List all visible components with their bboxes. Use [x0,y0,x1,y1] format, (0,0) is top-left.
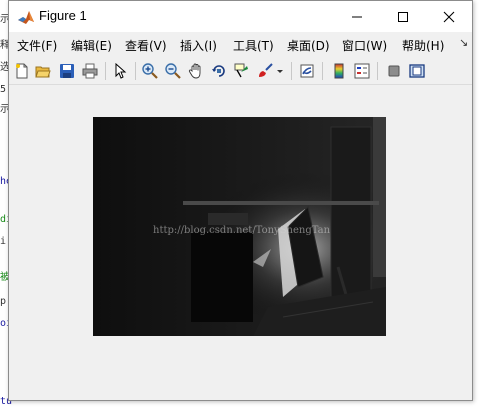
rotate-3d-button[interactable] [209,61,229,81]
pointer-icon [115,63,127,79]
zoom-in-button[interactable] [140,61,160,81]
pointer-button[interactable] [110,61,130,81]
open-file-icon [35,66,51,78]
data-cursor-button[interactable] [232,61,252,81]
menu-help[interactable]: 帮助(H) [402,37,444,54]
menu-desktop[interactable]: 桌面(D) [287,37,330,54]
brush-dropdown-button[interactable] [275,61,285,81]
matlab-logo-icon [17,8,35,26]
hide-plot-tools-button[interactable] [384,61,404,81]
rotate-3d-icon [212,65,225,77]
menu-view[interactable]: 查看(V) [125,37,167,54]
background-glyph: i [0,236,7,247]
colorbar-icon [334,63,344,79]
brush-icon [259,63,273,77]
window-title: Figure 1 [39,8,87,23]
toolbar-separator [135,62,136,80]
toolbar-separator [377,62,378,80]
toolbar-separator [291,62,292,80]
menu-file[interactable]: 文件(F) [17,37,57,54]
menu-window[interactable]: 窗口(W) [342,37,387,54]
insert-colorbar-button[interactable] [329,61,349,81]
background-glyph: 5 [0,84,7,95]
maximize-button[interactable] [380,1,426,32]
pan-button[interactable] [186,61,206,81]
figure-canvas-area: http://blog.csdn.net/TonyShengTan [9,85,472,400]
brush-button[interactable] [255,61,275,81]
zoom-out-icon [165,63,181,79]
save-icon [60,64,74,78]
show-plot-tools-button[interactable] [407,61,427,81]
background-glyph: p [0,296,7,307]
title-bar[interactable]: Figure 1 [9,1,472,32]
link-plot-icon [300,64,314,78]
menu-overflow-icon[interactable]: ↘ [459,36,468,49]
displayed-image[interactable]: http://blog.csdn.net/TonyShengTan [93,117,386,336]
link-plot-button[interactable] [297,61,317,81]
menu-insert[interactable]: 插入(I) [180,37,217,54]
figure-toolbar [9,58,472,85]
print-button[interactable] [80,61,100,81]
data-cursor-icon [234,63,248,78]
print-icon [82,63,98,79]
show-plot-tools-icon [409,64,425,78]
new-figure-icon [16,63,28,79]
close-button[interactable] [426,1,472,32]
new-figure-button[interactable] [12,61,32,81]
insert-legend-button[interactable] [352,61,372,81]
minimize-icon [352,16,362,18]
toolbar-separator [105,62,106,80]
open-file-button[interactable] [33,61,53,81]
zoom-out-button[interactable] [163,61,183,81]
menu-tools[interactable]: 工具(T) [233,37,274,54]
maximize-icon [398,12,408,22]
hide-plot-tools-icon [388,65,400,77]
toolbar-separator [322,62,323,80]
menu-edit[interactable]: 编辑(E) [71,37,112,54]
menu-bar: 文件(F) 编辑(E) 查看(V) 插入(I) 工具(T) 桌面(D) 窗口(W… [9,33,472,55]
figure-window: Figure 1 文件(F) 编辑(E) 查看(V) 插入(I) 工具(T) 桌… [8,0,473,401]
legend-icon [354,63,370,79]
watermark-text: http://blog.csdn.net/TonyShengTan [153,225,331,236]
close-icon [443,11,455,23]
brush-dropdown-icon [277,70,283,73]
minimize-button[interactable] [334,1,380,32]
zoom-in-icon [142,63,158,79]
save-button[interactable] [57,61,77,81]
pan-icon [188,63,201,79]
